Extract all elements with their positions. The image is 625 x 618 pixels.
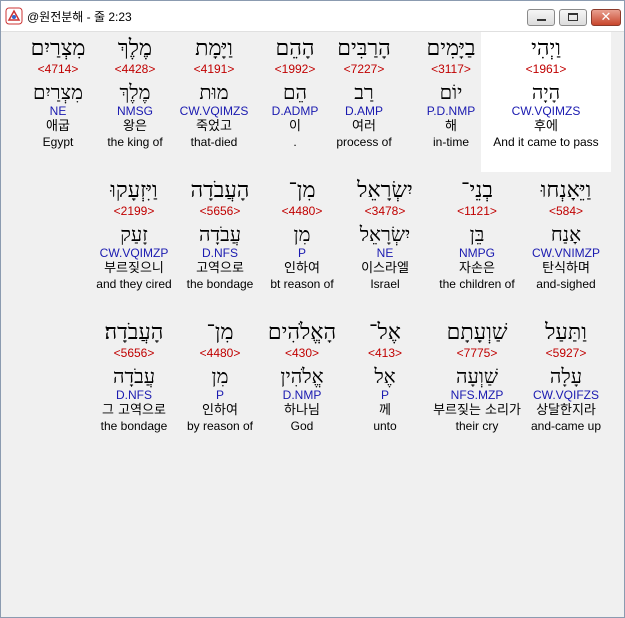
word-block[interactable]: הָעֲבֹדָה׃ <5656> עֲבֹדָה D.NFS 그 고역으로 the bo… <box>79 320 189 433</box>
word-block[interactable]: מִצְרַיִם <4714> מִצְרַיִם NE 애굽 Egypt <box>3 36 113 149</box>
hebrew-word: וַיְהִי <box>531 36 561 61</box>
korean-gloss: 그 고역으로 <box>102 403 166 418</box>
korean-gloss: 애굽 <box>46 119 70 134</box>
word-block[interactable]: וַיִּזְעָקוּ <2199> זָעַק CW.VQIMZP 부르짖으니 and… <box>79 178 189 291</box>
window-title: @원전분해 - 줄 2:23 <box>27 10 132 24</box>
strong-number[interactable]: <5656> <box>79 346 189 360</box>
hebrew-word: וַיִּזְעָקוּ <box>110 178 158 203</box>
title-bar[interactable]: @원전분해 - 줄 2:23 ✕ <box>1 1 624 32</box>
vertical-scrollbar[interactable] <box>611 32 623 615</box>
parsing-code: NE <box>49 104 67 118</box>
app-window: @원전분해 - 줄 2:23 ✕ וַיְהִי <1961> הָיָה CW.VQ… <box>0 0 625 618</box>
interlinear-panel: וַיְהִי <1961> הָיָה CW.VQIMZS 후에 And it came… <box>2 32 612 615</box>
maximize-icon <box>568 13 578 21</box>
english-gloss: Egypt <box>42 135 74 149</box>
korean-gloss: 후에 <box>534 119 558 134</box>
hebrew-word: הָעֲבֹדָה׃ <box>104 320 164 345</box>
parsing-code: D.NFS <box>116 388 152 402</box>
hebrew-root: זָעַק <box>120 222 148 246</box>
minimize-icon <box>537 19 546 21</box>
close-button[interactable]: ✕ <box>591 9 621 26</box>
strong-number[interactable]: <2199> <box>79 204 189 218</box>
hebrew-root: עֲבֹדָה <box>112 364 156 388</box>
korean-gloss: 부르짖으니 <box>104 261 164 276</box>
english-gloss: and they cired <box>96 277 172 291</box>
english-gloss: And it came to pass <box>493 135 599 149</box>
hebrew-root: הָיָה <box>531 80 561 104</box>
hebrew-word: מִצְרַיִם <box>30 36 86 61</box>
maximize-button[interactable] <box>559 9 587 26</box>
parsing-code: CW.VQIMZS <box>511 104 581 118</box>
parsing-code: CW.VQIMZP <box>99 246 169 260</box>
word-block[interactable]: וַיְהִי <1961> הָיָה CW.VQIMZS 후에 And it came… <box>491 36 601 149</box>
minimize-button[interactable] <box>527 9 555 26</box>
strong-number[interactable]: <4714> <box>3 62 113 76</box>
hebrew-root: מִצְרַיִם <box>33 80 83 104</box>
strong-number[interactable]: <1961> <box>491 62 601 76</box>
app-logo-icon <box>5 7 23 25</box>
english-gloss: the bondage <box>100 419 168 433</box>
close-icon: ✕ <box>600 10 612 25</box>
